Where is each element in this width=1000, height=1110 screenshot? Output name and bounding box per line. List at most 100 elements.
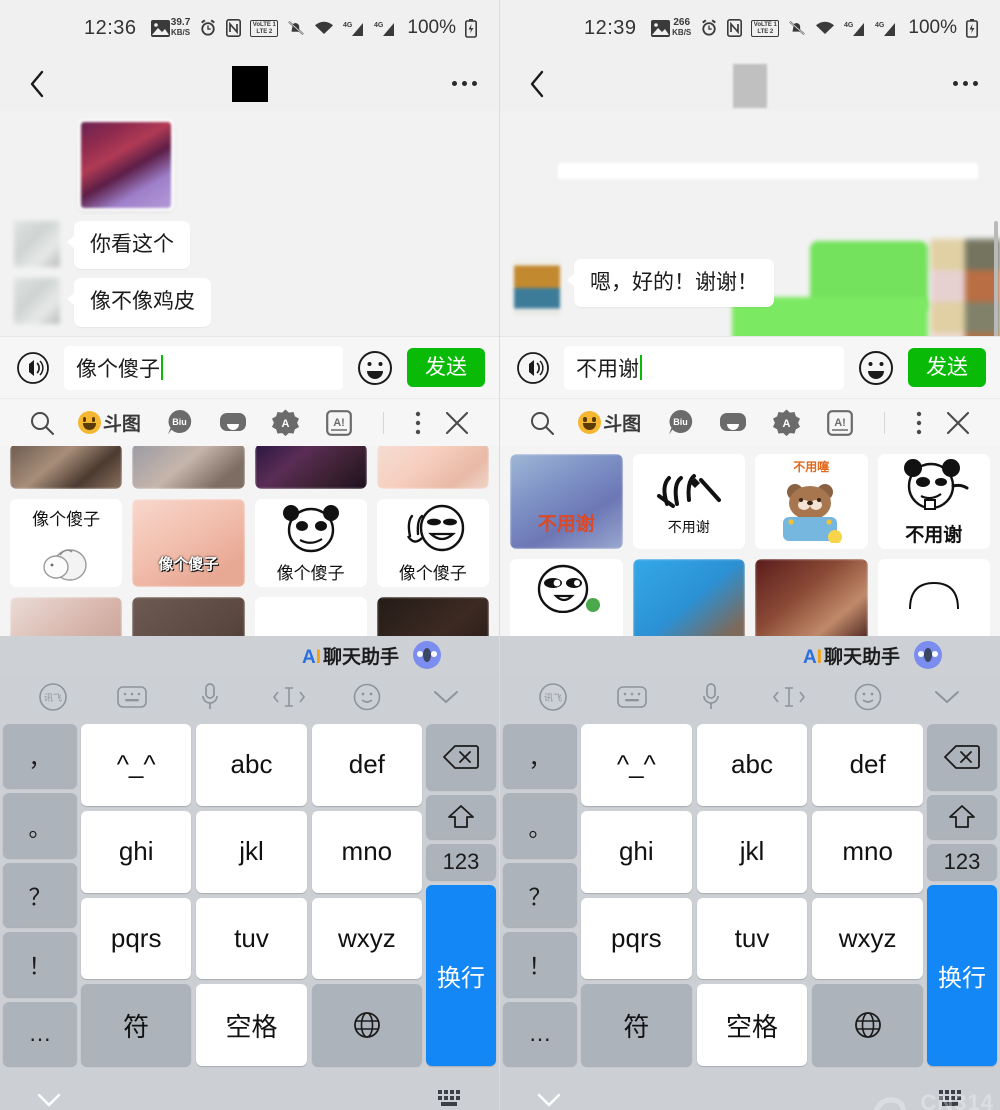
sticker-item[interactable]: 你是个傻子吧 (132, 446, 245, 489)
message-input[interactable]: 不用谢 (564, 345, 844, 390)
sticker-item[interactable] (10, 597, 123, 636)
sticker-grid[interactable]: 不用谢 不用谢 不用噻 不用谢 (500, 446, 1000, 636)
key-space[interactable]: 空格 (196, 984, 307, 1066)
send-button[interactable]: 发送 (407, 348, 485, 387)
key-enter[interactable]: 换行 (927, 885, 997, 1066)
more-icon[interactable] (452, 81, 477, 86)
key-kaomoji[interactable]: ^_^ (81, 724, 192, 806)
backspace-icon[interactable] (426, 724, 496, 790)
key-mno[interactable]: mno (812, 810, 923, 893)
biu-icon[interactable]: Biu (153, 399, 206, 447)
sticker-item[interactable] (877, 559, 990, 636)
sticker-grid[interactable]: 你跟个傻子一样 你是个傻子吧 他像个傻子 像个傻子 像个傻子 像个傻子 (0, 446, 499, 636)
ai-assistant-bar[interactable]: AI 聊天助手 (0, 636, 499, 674)
more-vertical-icon[interactable] (402, 399, 433, 447)
smiley-icon[interactable] (851, 680, 885, 714)
chat-message-list[interactable]: 你看这个 像不像鸡皮 (0, 111, 499, 336)
key-tuv[interactable]: tuv (196, 897, 307, 980)
key-symbol[interactable]: 符 (81, 984, 192, 1066)
sticker-item[interactable] (376, 446, 489, 489)
key-comma[interactable]: ， (503, 724, 577, 789)
message-bubble[interactable]: 嗯，好的！谢谢！ (567, 259, 774, 308)
doutu-tab[interactable]: 斗图 (66, 399, 154, 447)
message-input[interactable]: 像个傻子 (64, 345, 343, 390)
search-icon[interactable] (18, 399, 66, 447)
cursor-move-icon[interactable] (772, 680, 806, 714)
globe-icon[interactable] (812, 984, 923, 1066)
keyboard-icon[interactable] (437, 1089, 463, 1110)
avatar[interactable] (14, 221, 60, 267)
sticker-item[interactable] (755, 559, 868, 636)
close-icon[interactable] (433, 399, 481, 447)
avatar[interactable] (14, 278, 60, 325)
key-exclamation[interactable]: ！ (3, 932, 77, 997)
asterisk-a-icon[interactable]: A (259, 399, 312, 447)
sticker-item[interactable] (132, 597, 245, 636)
key-pqrs[interactable]: pqrs (81, 897, 192, 980)
ai-assistant-bar[interactable]: AI 聊天助手 (500, 636, 1000, 674)
key-def[interactable]: def (311, 724, 422, 806)
message-bubble[interactable]: 像不像鸡皮 (67, 278, 211, 327)
key-wxyz[interactable]: wxyz (311, 897, 422, 980)
sticker-item[interactable] (632, 559, 745, 636)
chevron-down-icon[interactable] (536, 1088, 562, 1110)
sticker-item[interactable]: 不用谢 (632, 454, 745, 549)
cursor-move-icon[interactable] (272, 680, 306, 714)
sticker-item[interactable]: 他像个傻子 (254, 446, 367, 489)
key-wxyz[interactable]: wxyz (812, 897, 923, 980)
search-icon[interactable] (518, 399, 566, 447)
sticker-item[interactable] (510, 559, 623, 636)
doutu-tab[interactable]: 斗图 (566, 399, 654, 447)
sticker-item[interactable] (254, 597, 367, 636)
key-mno[interactable]: mno (311, 810, 422, 893)
chevron-down-icon[interactable] (429, 680, 463, 714)
asterisk-a-icon[interactable]: A (760, 399, 813, 447)
keyboard-icon[interactable] (115, 680, 149, 714)
keyboard-icon[interactable] (938, 1089, 964, 1110)
ai-text-icon[interactable]: A! (813, 399, 866, 447)
key-period[interactable]: 。 (503, 793, 577, 858)
key-def[interactable]: def (812, 724, 923, 806)
chat-message-list[interactable]: 嗯，好的！谢谢！ (500, 111, 1000, 336)
globe-icon[interactable] (311, 984, 422, 1066)
key-pqrs[interactable]: pqrs (581, 897, 692, 980)
emoji-icon[interactable] (355, 348, 395, 388)
key-abc[interactable]: abc (196, 724, 307, 806)
sticker-item[interactable]: 不用噻 (755, 454, 868, 549)
chat-image[interactable] (78, 119, 174, 211)
key-kaomoji[interactable]: ^_^ (581, 724, 692, 806)
key-period[interactable]: 。 (3, 793, 77, 858)
key-ghi[interactable]: ghi (581, 810, 692, 893)
backspace-icon[interactable] (927, 724, 997, 790)
biu-icon[interactable]: Biu (654, 399, 707, 447)
key-jkl[interactable]: jkl (196, 810, 307, 893)
voice-icon[interactable] (514, 349, 552, 387)
key-abc[interactable]: abc (696, 724, 808, 806)
keyboard-icon[interactable] (615, 680, 649, 714)
mic-icon[interactable] (694, 680, 728, 714)
chat-bubble-icon[interactable] (206, 399, 259, 447)
chevron-down-icon[interactable] (36, 1088, 62, 1110)
back-icon[interactable] (22, 69, 52, 99)
ime-icon[interactable]: 讯飞 (536, 680, 570, 714)
key-ellipsis[interactable]: … (503, 1001, 577, 1067)
sticker-item[interactable] (376, 597, 489, 636)
sticker-item[interactable]: 不用谢 (877, 454, 990, 549)
sticker-item[interactable]: 你跟个傻子一样 (10, 446, 123, 489)
key-ellipsis[interactable]: … (3, 1001, 77, 1067)
shift-icon[interactable] (927, 795, 997, 839)
key-symbol[interactable]: 符 (581, 984, 692, 1066)
sticker-item[interactable]: 像个傻子 (254, 499, 367, 587)
more-vertical-icon[interactable] (903, 399, 934, 447)
emoji-icon[interactable] (856, 348, 896, 388)
sticker-item[interactable]: 像个傻子 (10, 499, 123, 587)
key-numeric[interactable]: 123 (426, 844, 496, 880)
back-icon[interactable] (522, 69, 552, 99)
key-jkl[interactable]: jkl (696, 810, 808, 893)
key-comma[interactable]: ， (3, 724, 77, 789)
key-tuv[interactable]: tuv (696, 897, 808, 980)
sticker-item[interactable]: 像个傻子 (376, 499, 489, 587)
chat-bubble-icon[interactable] (707, 399, 760, 447)
close-icon[interactable] (934, 399, 982, 447)
key-space[interactable]: 空格 (696, 984, 808, 1066)
